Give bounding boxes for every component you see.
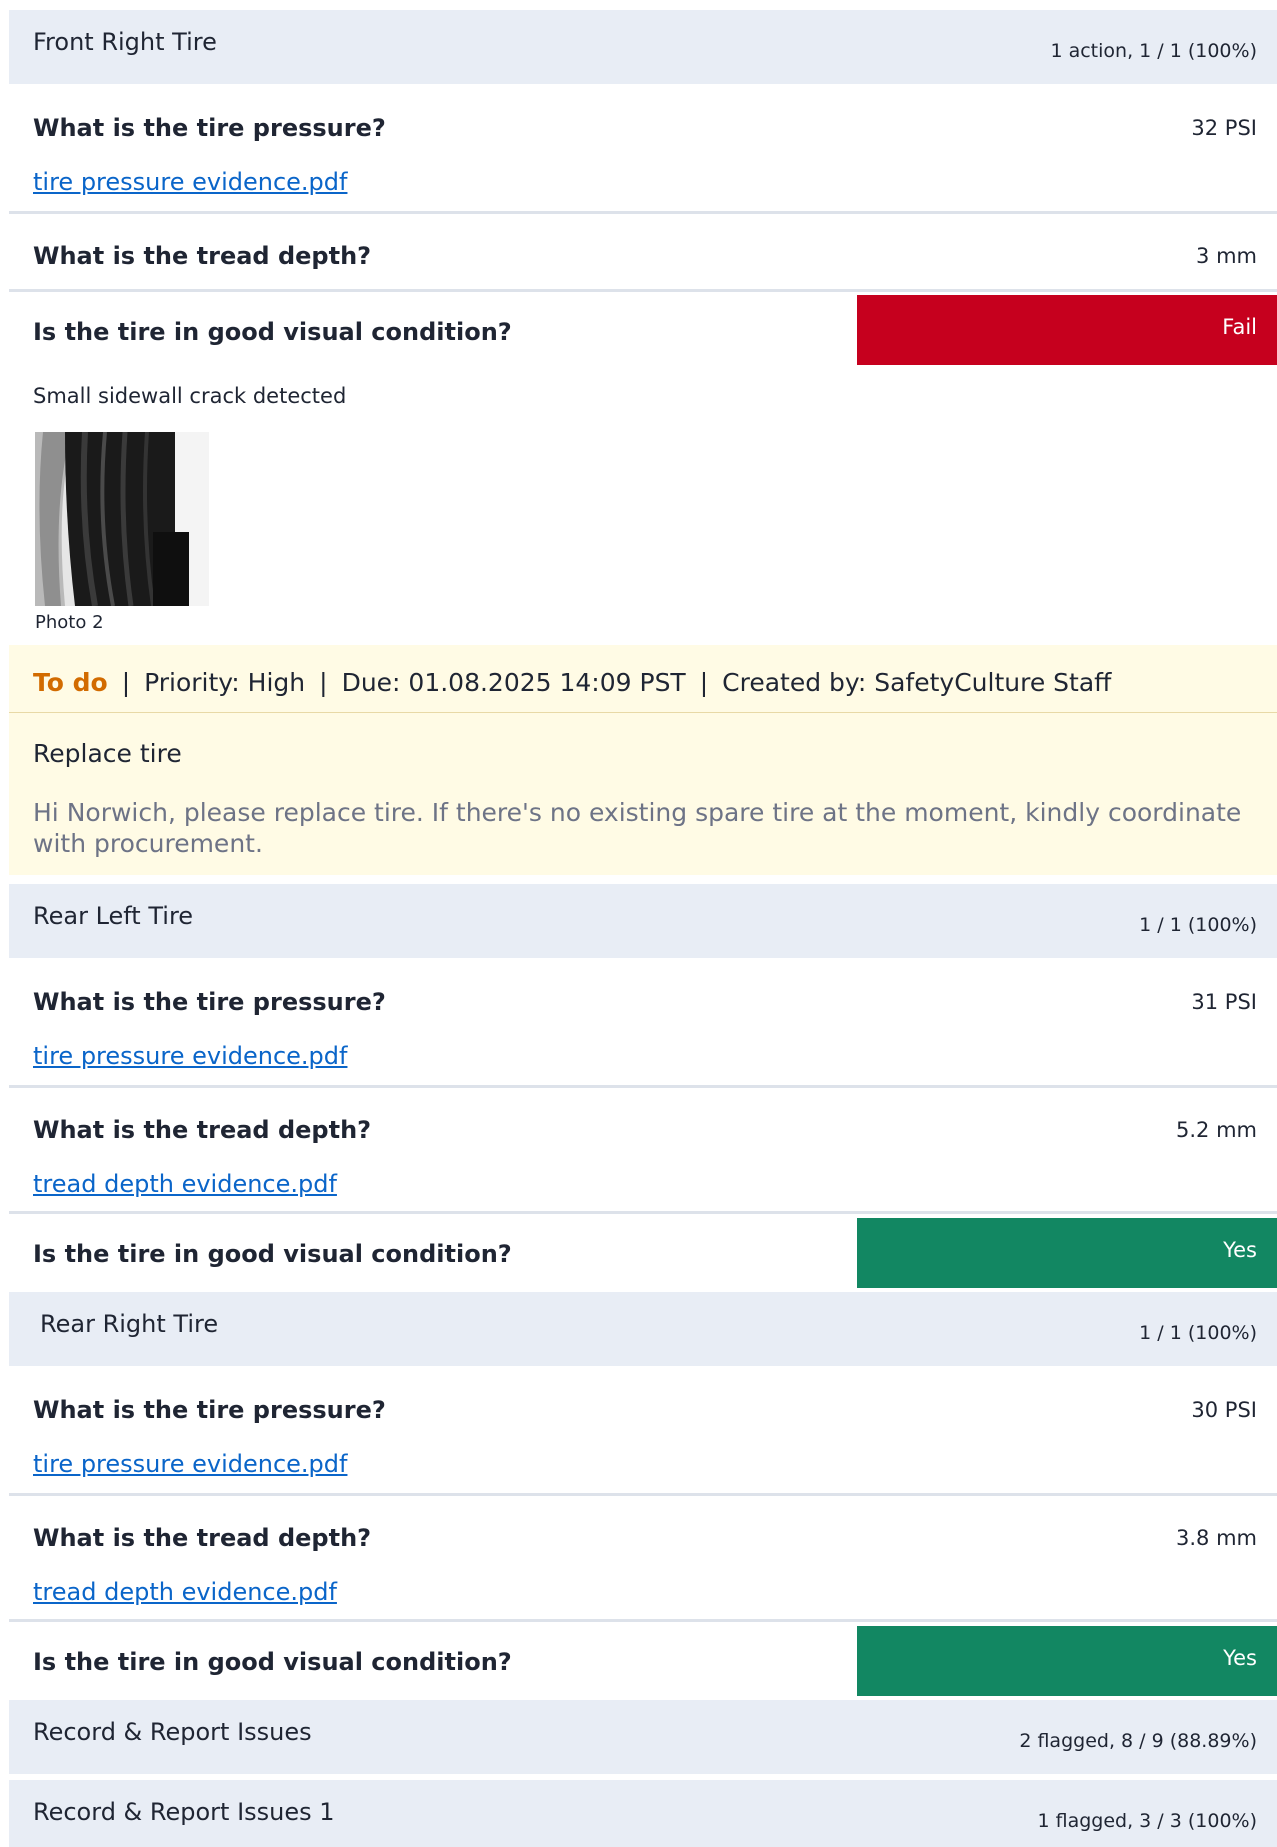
question-tire-pressure: What is the tire pressure? 30 PSI tire p… — [9, 1366, 1277, 1494]
question-label: What is the tire pressure? — [33, 1396, 386, 1424]
action-priority: Priority: High — [144, 668, 306, 697]
section-title: Record & Report Issues 1 — [33, 1798, 335, 1826]
answer-value: 32 PSI — [1191, 116, 1257, 140]
badge-label: Fail — [1222, 315, 1257, 339]
evidence-link[interactable]: tire pressure evidence.pdf — [33, 1042, 347, 1070]
question-label: Is the tire in good visual condition? — [33, 1240, 512, 1268]
section-title: Record & Report Issues — [33, 1718, 312, 1746]
badge-label: Yes — [1223, 1238, 1257, 1262]
question-label: What is the tire pressure? — [33, 988, 386, 1016]
evidence-link[interactable]: tread depth evidence.pdf — [33, 1170, 337, 1198]
section-summary: 1 flagged, 3 / 3 (100%) — [1037, 1810, 1257, 1832]
question-label: Is the tire in good visual condition? — [33, 1648, 512, 1676]
section-header-record-report-issues: Record & Report Issues 2 flagged, 8 / 9 … — [9, 1700, 1277, 1774]
action-card[interactable]: To do | Priority: High | Due: 01.08.2025 14:… — [9, 645, 1277, 875]
section-header-front-right-tire: Front Right Tire 1 action, 1 / 1 (100%) — [9, 10, 1277, 84]
section-summary: 1 / 1 (100%) — [1139, 914, 1257, 936]
yes-badge: Yes — [857, 1626, 1277, 1696]
section-header-record-report-issues-1: Record & Report Issues 1 1 flagged, 3 / … — [9, 1780, 1277, 1847]
section-header-rear-right-tire: Rear Right Tire 1 / 1 (100%) — [9, 1292, 1277, 1366]
answer-value: 30 PSI — [1191, 1398, 1257, 1422]
section-header-rear-left-tire: Rear Left Tire 1 / 1 (100%) — [9, 884, 1277, 958]
section-title: Front Right Tire — [33, 28, 217, 56]
question-label: What is the tire pressure? — [33, 114, 386, 142]
question-tread-depth: What is the tread depth? 3.8 mm tread de… — [9, 1496, 1277, 1620]
action-status: To do — [33, 668, 108, 697]
evidence-link[interactable]: tire pressure evidence.pdf — [33, 1450, 347, 1478]
evidence-link[interactable]: tire pressure evidence.pdf — [33, 168, 347, 196]
question-label: What is the tread depth? — [33, 1524, 372, 1552]
answer-value: 3.8 mm — [1176, 1526, 1257, 1550]
action-description: Hi Norwich, please replace tire. If ther… — [33, 798, 1242, 858]
action-creator: Created by: SafetyCulture Staff — [722, 668, 1112, 697]
question-tire-pressure: What is the tire pressure? 31 PSI tire p… — [9, 958, 1277, 1086]
answer-value: 3 mm — [1196, 244, 1257, 268]
evidence-link[interactable]: tread depth evidence.pdf — [33, 1578, 337, 1606]
separator: | — [121, 668, 131, 697]
section-summary: 2 flagged, 8 / 9 (88.89%) — [1019, 1730, 1257, 1752]
yes-badge: Yes — [857, 1218, 1277, 1288]
section-title: Rear Left Tire — [33, 902, 194, 930]
action-header: To do | Priority: High | Due: 01.08.2025 14:… — [9, 645, 1277, 713]
question-label: What is the tread depth? — [33, 242, 372, 270]
action-due: Due: 01.08.2025 14:09 PST — [341, 668, 686, 697]
question-tread-depth: What is the tread depth? 3 mm — [9, 214, 1277, 290]
question-label: What is the tread depth? — [33, 1116, 372, 1144]
section-summary: 1 action, 1 / 1 (100%) — [1050, 40, 1257, 62]
separator: | — [319, 668, 328, 697]
action-title: Replace tire — [33, 739, 182, 768]
tire-photo-image — [35, 432, 209, 606]
separator: | — [699, 668, 709, 697]
question-tread-depth: What is the tread depth? 5.2 mm tread de… — [9, 1088, 1277, 1212]
section-summary: 1 / 1 (100%) — [1139, 1322, 1257, 1344]
answer-value: 31 PSI — [1191, 990, 1257, 1014]
question-tire-pressure: What is the tire pressure? 32 PSI tire p… — [9, 84, 1277, 212]
photo-caption: Photo 2 — [35, 612, 104, 633]
fail-badge: Fail — [857, 295, 1277, 365]
badge-label: Yes — [1223, 1646, 1257, 1670]
tire-photo[interactable] — [35, 432, 209, 606]
inspection-note: Small sidewall crack detected — [33, 384, 347, 408]
answer-value: 5.2 mm — [1176, 1118, 1257, 1142]
question-label: Is the tire in good visual condition? — [33, 318, 512, 346]
section-title: Rear Right Tire — [40, 1310, 219, 1338]
